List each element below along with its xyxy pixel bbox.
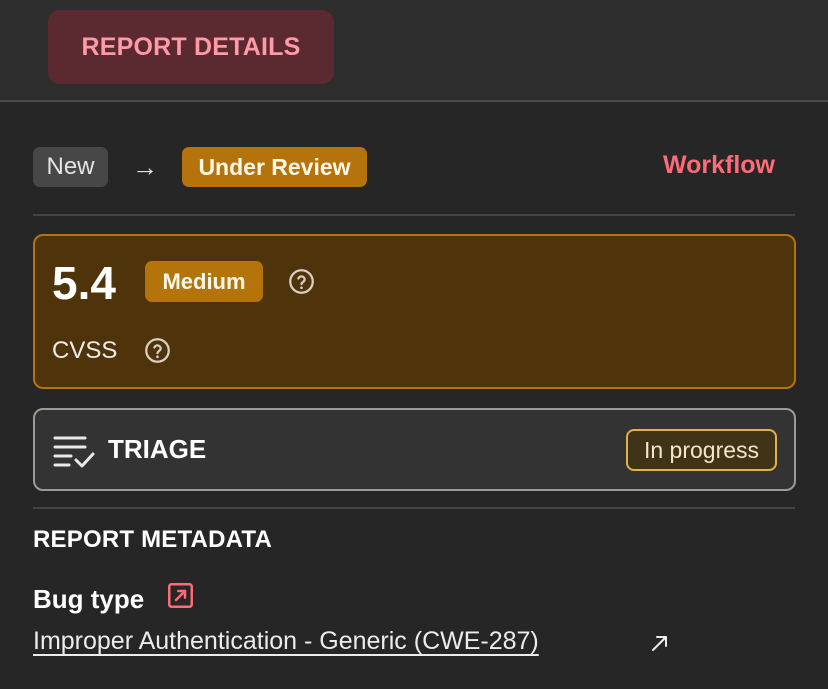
report-details-tab[interactable]: REPORT DETAILS — [48, 10, 334, 84]
triage-card[interactable]: TRIAGE In progress — [33, 408, 796, 491]
external-link-box-icon[interactable] — [167, 582, 194, 609]
arrow-right-icon: → — [132, 151, 158, 182]
top-bar: REPORT DETAILS — [0, 0, 828, 102]
status-to-chip: Under Review — [182, 147, 367, 187]
triage-title: TRIAGE — [108, 434, 207, 464]
cvss-score: 5.4 — [52, 257, 116, 309]
bug-type-link[interactable]: Improper Authentication - Generic (CWE-2… — [33, 627, 539, 656]
status-row: New → Under Review Workflow — [33, 146, 795, 188]
divider — [33, 214, 795, 216]
triage-status-badge: In progress — [626, 429, 777, 471]
severity-badge: Medium — [145, 261, 263, 302]
help-circle-icon[interactable] — [288, 268, 315, 295]
cvss-help-icon[interactable] — [144, 337, 171, 364]
bug-type-label: Bug type — [33, 584, 145, 614]
checklist-icon — [53, 436, 95, 468]
cvss-label: CVSS — [52, 337, 118, 364]
external-link-arrow-icon[interactable] — [649, 632, 671, 654]
status-from-chip: New — [33, 147, 108, 187]
cvss-card: 5.4 Medium CVSS — [33, 234, 796, 389]
divider — [33, 507, 795, 509]
workflow-link[interactable]: Workflow — [663, 151, 775, 180]
report-metadata-heading: REPORT METADATA — [33, 526, 272, 553]
